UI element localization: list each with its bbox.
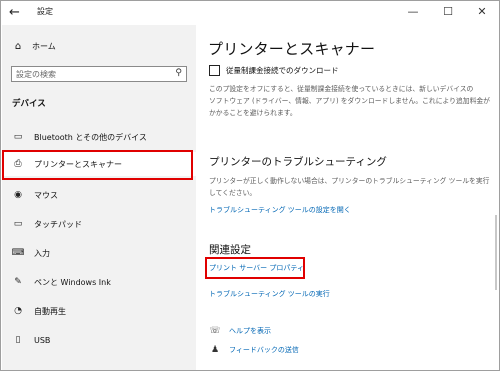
sidebar-item-label: タッチパッド [34,219,82,229]
search-box[interactable]: ⚲ [11,66,187,82]
metered-description-line-1: このプ設定をオフにすると、従量制課金接続を使っているときには、新しいデバイスの [209,85,474,93]
sidebar-item-label: USB [34,335,51,345]
metered-description-line-2: ソフトウェア (ドライバー、情報、アプリ) をダウンロードしません。これにより追… [209,97,490,105]
sidebar-item-label: 自動再生 [34,306,66,316]
sidebar-item-label: マウス [34,190,58,200]
window-title: 設定 [37,7,53,16]
related-settings-heading: 関連設定 [209,244,251,256]
pen-icon: ✎ [14,277,22,287]
home-link[interactable]: ⌂ ホーム [12,41,56,52]
autoplay-icon: ◔ [14,306,22,316]
sidebar-item-mouse[interactable]: ◉ マウス [2,183,196,207]
search-input[interactable] [16,68,166,80]
sidebar-item-bluetooth[interactable]: ▭ Bluetooth とその他のデバイス [2,125,196,149]
send-feedback-link[interactable]: ♟ フィードバックの送信 [209,345,299,355]
mouse-icon: ◉ [14,190,22,200]
sidebar-item-pen[interactable]: ✎ ペンと Windows Ink [2,270,196,294]
sidebar-item-input[interactable]: ⌨ 入力 [2,241,196,265]
settings-window: ← 設定 — ☐ ✕ ⌂ ホーム ⚲ デバイス ▭ Bluetooth とその他… [0,0,500,371]
metered-download-label: 従量制課金接続でのダウンロード [226,66,339,75]
sidebar-item-label: 入力 [34,248,50,258]
sidebar-item-autoplay[interactable]: ◔ 自動再生 [2,299,196,323]
close-button[interactable]: ✕ [473,4,491,20]
keyboard-icon: ⌨ [11,248,25,258]
back-arrow-icon[interactable]: ← [9,5,25,21]
send-feedback-label: フィードバックの送信 [229,346,299,354]
main-content: プリンターとスキャナー 従量制課金接続でのダウンロード このプ設定をオフにすると… [196,25,499,370]
run-troubleshooter-link[interactable]: トラブルシューティング ツールの実行 [209,289,330,299]
troubleshoot-heading: プリンターのトラブルシューティング [209,156,387,168]
page-title: プリンターとスキャナー [208,40,376,58]
sidebar-item-usb[interactable]: ▯ USB [2,328,196,352]
metered-description-line-3: かかることを避けられます。 [209,109,297,117]
home-label: ホーム [32,42,56,51]
open-troubleshoot-settings-link[interactable]: トラブルシューティング ツールの設定を開く [209,205,351,215]
feedback-person-icon: ♟ [210,345,220,355]
maximize-button[interactable]: ☐ [439,4,457,20]
section-heading: デバイス [12,99,46,109]
get-help-label: ヘルプを表示 [229,327,271,335]
search-icon[interactable]: ⚲ [175,68,182,78]
highlight-box-print-server [205,257,305,279]
scrollbar[interactable] [495,215,497,290]
metered-download-checkbox[interactable] [209,65,220,76]
usb-icon: ▯ [15,335,21,345]
help-chat-icon: ☏ [209,326,221,336]
home-icon: ⌂ [14,41,22,52]
troubleshoot-description: プリンターが正しく動作しない場合は、プリンターのトラブルシューティング ツールを… [209,177,490,197]
sidebar-item-touchpad[interactable]: ▭ タッチパッド [2,212,196,236]
get-help-link[interactable]: ☏ ヘルプを表示 [209,326,271,336]
title-bar: ← 設定 — ☐ ✕ [1,1,499,25]
sidebar-item-label: ペンと Windows Ink [34,277,111,287]
minimize-button[interactable]: — [404,4,422,20]
sidebar-item-label: Bluetooth とその他のデバイス [34,132,147,142]
sidebar: ⌂ ホーム ⚲ デバイス ▭ Bluetooth とその他のデバイス ⎙ プリン… [2,25,196,370]
bluetooth-icon: ▭ [13,132,23,142]
touchpad-icon: ▭ [13,219,23,229]
highlight-box-printers [2,150,193,180]
